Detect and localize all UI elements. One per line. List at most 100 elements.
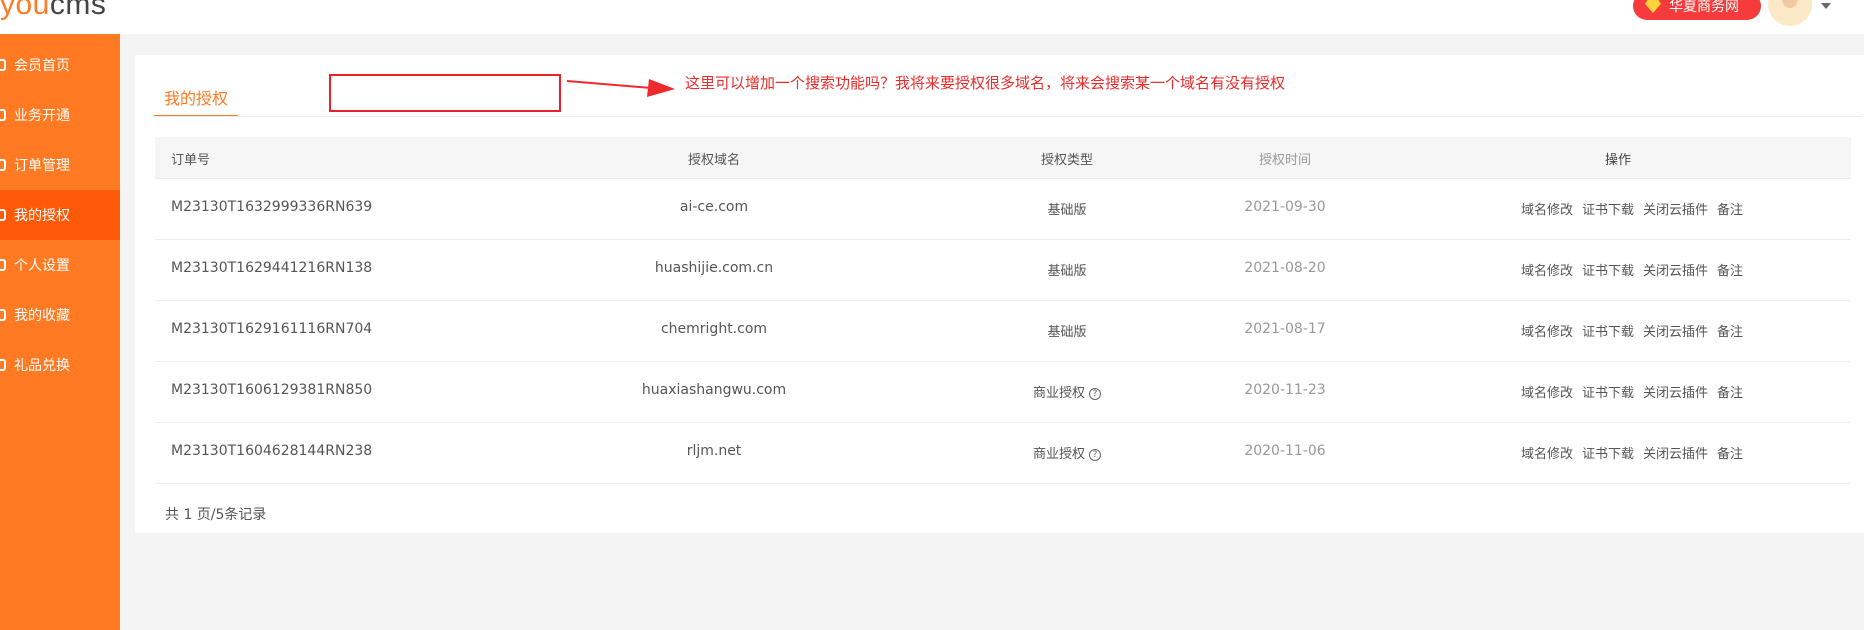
table-row: M23130T1604628144RN238 rljm.net 商业授权? 2020-…: [155, 423, 1851, 484]
edit-domain-link[interactable]: 域名修改: [1521, 447, 1573, 462]
header-actions: 操作: [1605, 153, 1632, 168]
annotation-note: 这里可以增加一个搜索功能吗？我将来要授权很多域名，将来会搜索某一个域名有没有授权: [685, 74, 1286, 92]
order-number: M23130T1632999336RN639: [171, 199, 373, 215]
domain-name: chemright.com: [660, 321, 768, 337]
header-time: 授权时间: [1258, 153, 1312, 168]
order-number: M23130T1604628144RN238: [171, 443, 373, 459]
brand-pill-button[interactable]: 华夏商务网: [1633, 0, 1761, 20]
edit-domain-link[interactable]: 域名修改: [1521, 386, 1573, 401]
license-type-label: 基础版: [1047, 325, 1087, 340]
row-actions: 域名修改 证书下载 关闭云插件 备注: [1521, 382, 1752, 401]
license-time: 2021-09-30: [1244, 199, 1326, 215]
close-cloud-plugin-link[interactable]: 关闭云插件: [1643, 203, 1708, 218]
remark-link[interactable]: 备注: [1717, 325, 1743, 340]
sidebar-item-home[interactable]: 会员首页: [0, 40, 120, 90]
license-type-label: 基础版: [1047, 264, 1087, 279]
table-row: M23130T1629161116RN704 chemright.com 基础版 20…: [155, 301, 1851, 362]
logo-part-you: you: [0, 0, 50, 21]
table-row: M23130T1606129381RN850 huaxiashangwu.com 商…: [155, 362, 1851, 423]
sidebar-item-orders[interactable]: 订单管理: [0, 140, 120, 190]
avatar[interactable]: [1768, 0, 1812, 26]
license-type-label: 基础版: [1047, 203, 1087, 218]
table-row: M23130T1629441216RN138 huashijie.com.cn 基础…: [155, 240, 1851, 301]
annotation-arrow-icon: [566, 79, 675, 97]
remark-link[interactable]: 备注: [1717, 447, 1743, 462]
download-certificate-link[interactable]: 证书下载: [1582, 203, 1634, 218]
header-domain: 授权域名: [687, 153, 741, 168]
menu-icon: [0, 359, 6, 371]
menu-icon: [0, 59, 6, 71]
remark-link[interactable]: 备注: [1717, 264, 1743, 279]
sidebar-item-settings[interactable]: 个人设置: [0, 240, 120, 290]
top-bar: youcms 华夏商务网: [0, 0, 1864, 34]
logo[interactable]: youcms: [0, 0, 106, 22]
download-certificate-link[interactable]: 证书下载: [1582, 325, 1634, 340]
license-type: 基础版: [1047, 199, 1086, 218]
row-actions: 域名修改 证书下载 关闭云插件 备注: [1521, 199, 1752, 218]
sidebar-item-label: 个人设置: [14, 258, 70, 274]
remark-link[interactable]: 备注: [1717, 386, 1743, 401]
domain-name: ai-ce.com: [679, 199, 749, 215]
domain-name: huaxiashangwu.com: [641, 382, 787, 398]
menu-icon: [0, 259, 6, 271]
sidebar-item-authorizations[interactable]: 我的授权: [0, 190, 120, 240]
sidebar-item-label: 会员首页: [14, 58, 70, 74]
domain-name: huashijie.com.cn: [654, 260, 774, 276]
license-time: 2021-08-17: [1244, 321, 1326, 337]
sidebar: 会员首页业务开通订单管理我的授权个人设置我的收藏礼品兑换: [0, 34, 120, 630]
sidebar-item-gifts[interactable]: 礼品兑换: [0, 340, 120, 390]
row-actions: 域名修改 证书下载 关闭云插件 备注: [1521, 321, 1752, 340]
diamond-icon: [1645, 0, 1661, 13]
menu-icon: [0, 309, 6, 321]
sidebar-item-label: 业务开通: [14, 108, 70, 124]
close-cloud-plugin-link[interactable]: 关闭云插件: [1643, 325, 1708, 340]
pagination-summary: 共 1 页/5条记录: [165, 507, 267, 523]
help-icon[interactable]: ?: [1089, 388, 1102, 400]
close-cloud-plugin-link[interactable]: 关闭云插件: [1643, 447, 1708, 462]
brand-pill-label: 华夏商务网: [1669, 0, 1739, 15]
sidebar-item-label: 我的授权: [14, 208, 70, 224]
download-certificate-link[interactable]: 证书下载: [1582, 386, 1634, 401]
row-actions: 域名修改 证书下载 关闭云插件 备注: [1521, 260, 1752, 279]
table-row: M23130T1632999336RN639 ai-ce.com 基础版 2021-0…: [155, 179, 1851, 240]
license-type: 基础版: [1047, 260, 1086, 279]
header-order-no: 订单号: [171, 153, 211, 168]
license-time: 2021-08-20: [1244, 260, 1326, 276]
sidebar-item-label: 订单管理: [14, 158, 70, 174]
sidebar-item-business[interactable]: 业务开通: [0, 90, 120, 140]
main-panel: 我的授权 这里可以增加一个搜索功能吗？我将来要授权很多域名，将来会搜索某一个域名…: [135, 55, 1864, 533]
license-type-label: 商业授权: [1032, 447, 1086, 462]
menu-icon: [0, 159, 6, 171]
close-cloud-plugin-link[interactable]: 关闭云插件: [1643, 386, 1708, 401]
license-time: 2020-11-06: [1244, 443, 1326, 459]
remark-link[interactable]: 备注: [1717, 203, 1743, 218]
sidebar-item-label: 礼品兑换: [14, 358, 70, 374]
edit-domain-link[interactable]: 域名修改: [1521, 203, 1573, 218]
license-type: 商业授权?: [1032, 443, 1102, 462]
help-icon[interactable]: ?: [1089, 449, 1102, 461]
license-type-label: 商业授权: [1032, 386, 1086, 401]
download-certificate-link[interactable]: 证书下载: [1582, 264, 1634, 279]
download-certificate-link[interactable]: 证书下载: [1582, 447, 1634, 462]
logo-part-cms: cms: [49, 0, 107, 21]
edit-domain-link[interactable]: 域名修改: [1521, 264, 1573, 279]
sidebar-item-label: 我的收藏: [14, 308, 70, 324]
order-number: M23130T1606129381RN850: [171, 382, 373, 398]
menu-icon: [0, 209, 6, 221]
edit-domain-link[interactable]: 域名修改: [1521, 325, 1573, 340]
order-number: M23130T1629161116RN704: [171, 321, 373, 337]
close-cloud-plugin-link[interactable]: 关闭云插件: [1643, 264, 1708, 279]
row-actions: 域名修改 证书下载 关闭云插件 备注: [1521, 443, 1752, 462]
chevron-down-icon[interactable]: [1821, 3, 1831, 9]
license-type: 基础版: [1047, 321, 1086, 340]
sidebar-item-favorites[interactable]: 我的收藏: [0, 290, 120, 340]
license-type: 商业授权?: [1032, 382, 1102, 401]
order-number: M23130T1629441216RN138: [171, 260, 373, 276]
table-header: 订单号 授权域名 授权类型 授权时间 操作: [155, 137, 1851, 179]
header-type: 授权类型: [1040, 153, 1094, 168]
search-input[interactable]: [329, 74, 561, 112]
tab-divider: [152, 116, 1862, 117]
tab-my-authorizations[interactable]: 我的授权: [154, 85, 238, 117]
avatar-face: [1782, 0, 1798, 8]
license-time: 2020-11-23: [1244, 382, 1326, 398]
